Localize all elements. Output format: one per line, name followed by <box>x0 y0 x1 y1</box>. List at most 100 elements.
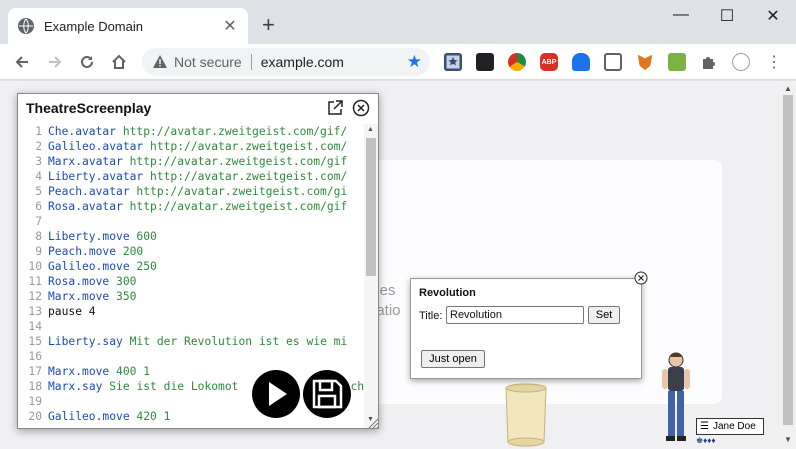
dialog-title: Revolution <box>419 287 476 299</box>
home-button[interactable] <box>107 50 131 74</box>
code-argument: http://avatar.zweitgeist.com/gif <box>122 200 348 213</box>
editor-scroll-thumb[interactable] <box>366 138 376 276</box>
browser-toolbar: Not secure example.com ★ 1 ABP 0 ⋮ <box>0 44 796 117</box>
code-method: .avatar <box>82 185 130 198</box>
line-number: 15 <box>28 335 42 348</box>
browser-tab[interactable]: Example Domain ✕ <box>8 8 248 44</box>
code-line[interactable]: 13 pause 4 <box>18 304 366 319</box>
line-number: 4 <box>35 170 42 183</box>
reload-button[interactable] <box>75 50 99 74</box>
code-argument: 300 <box>109 275 137 288</box>
url-text[interactable]: example.com <box>261 54 344 70</box>
set-button[interactable]: Set <box>588 306 620 324</box>
window-close-button[interactable]: ✕ <box>750 6 796 26</box>
code-line[interactable]: 7 <box>18 214 366 229</box>
line-number: 16 <box>28 350 42 363</box>
line-number: 10 <box>28 260 42 273</box>
bookmark-manager-icon[interactable] <box>444 53 462 71</box>
code-method: .avatar <box>95 140 144 153</box>
editor-scrollbar[interactable]: ▲ ▼ <box>364 124 378 428</box>
code-object: Marx <box>48 380 76 393</box>
code-line[interactable]: 2 Galileo .avatar http://avatar.zweitgeist… <box>18 139 366 154</box>
code-line[interactable]: 3 Marx .avatar http://avatar.zweitgeist.co… <box>18 154 366 169</box>
code-line[interactable]: 15 Liberty .say Mit der Revolution ist es … <box>18 334 366 349</box>
character-avatar[interactable] <box>656 350 696 446</box>
line-number: 12 <box>28 290 42 303</box>
hamburger-menu-icon[interactable]: ☰ <box>700 421 709 432</box>
code-line[interactable]: 8 Liberty .move 600 <box>18 229 366 244</box>
code-method: .move <box>95 230 130 243</box>
just-open-button[interactable]: Just open <box>421 350 485 368</box>
bookmark-star-icon[interactable]: ★ <box>407 53 422 71</box>
panel-close-icon[interactable] <box>352 99 370 117</box>
code-argument: 400 1 <box>109 365 151 378</box>
code-line[interactable]: 16 <box>18 349 366 364</box>
code-method: .move <box>95 410 130 423</box>
code-object: Liberty <box>48 335 96 348</box>
panel-header: TheatreScreenplay <box>18 94 378 122</box>
back-button[interactable] <box>10 50 34 74</box>
profile-avatar-icon[interactable] <box>732 53 750 71</box>
maximize-button[interactable]: ☐ <box>704 6 750 26</box>
sync-extension-icon[interactable] <box>508 53 526 71</box>
code-line[interactable]: 14 <box>18 319 366 334</box>
tab-close-icon[interactable]: ✕ <box>222 16 238 36</box>
extensions-puzzle-icon[interactable] <box>700 53 718 71</box>
code-line[interactable]: 10 Galileo .move 250 <box>18 259 366 274</box>
scroll-down-icon[interactable]: ▼ <box>784 435 792 444</box>
code-line[interactable]: 12 Marx .move 350 <box>18 289 366 304</box>
user-name: Jane Doe <box>712 421 756 432</box>
editor-scroll-up-icon[interactable]: ▲ <box>367 126 374 133</box>
page-scrollbar[interactable]: ▲ ▼ <box>780 81 796 449</box>
code-line[interactable]: 4 Liberty .avatar http://avatar.zweitgeist… <box>18 169 366 184</box>
code-line[interactable]: 11 Rosa .move 300 <box>18 274 366 289</box>
code-method: .move <box>75 290 110 303</box>
more-menu-icon[interactable]: ⋮ <box>762 50 786 74</box>
code-line[interactable]: 5 Peach .avatar http://avatar.zweitgeist.c… <box>18 184 366 199</box>
code-argument: http://avatar.zweitgeist.com/ <box>143 140 348 153</box>
code-line[interactable]: 1 Che .avatar http://avatar.zweitgeist.com… <box>18 124 366 139</box>
line-number: 1 <box>35 125 42 138</box>
code-method: .move <box>75 275 110 288</box>
screenshot-icon[interactable] <box>604 53 622 71</box>
forward-button[interactable] <box>43 50 67 74</box>
external-link-icon[interactable] <box>326 99 344 117</box>
code-method: .avatar <box>75 200 123 213</box>
page-scroll-thumb[interactable] <box>783 95 793 425</box>
tab-title: Example Domain <box>44 18 143 34</box>
code-argument: http://avatar.zweitgeist.com/ <box>143 170 348 183</box>
revolution-dialog: Revolution Title: Set Just open <box>410 278 642 379</box>
minimize-button[interactable]: — <box>658 6 704 24</box>
reload-icon <box>81 55 93 68</box>
code-method: .avatar <box>75 155 123 168</box>
ghostery-icon[interactable] <box>572 53 590 71</box>
new-tab-button[interactable]: + <box>262 14 275 36</box>
adblock-plus-icon[interactable]: ABP <box>540 53 558 71</box>
code-argument: http://avatar.zweitgeist.com/gif/ <box>116 125 348 138</box>
wallet-extension-icon[interactable] <box>476 53 494 71</box>
scroll-up-icon[interactable]: ▲ <box>784 84 792 93</box>
code-argument: 600 <box>129 230 157 243</box>
save-button[interactable] <box>303 370 351 418</box>
omnibox-divider <box>250 54 252 70</box>
code-object: Liberty <box>48 230 96 243</box>
green-extension-icon[interactable] <box>668 53 686 71</box>
play-button[interactable] <box>252 370 300 418</box>
resize-grip-icon[interactable] <box>368 418 379 429</box>
code-line[interactable]: 9 Peach .move 200 <box>18 244 366 259</box>
line-number: 17 <box>28 365 42 378</box>
line-number: 11 <box>28 275 42 288</box>
line-number: 13 <box>28 305 42 318</box>
code-line[interactable]: 6 Rosa .avatar http://avatar.zweitgeist.co… <box>18 199 366 214</box>
title-input[interactable] <box>446 306 584 324</box>
code-method: .move <box>75 365 110 378</box>
user-name-badge[interactable]: ☰ Jane Doe <box>696 418 764 435</box>
arrow-left-icon <box>15 56 28 68</box>
dialog-close-icon[interactable] <box>634 271 648 285</box>
address-bar[interactable]: Not secure example.com ★ <box>142 48 430 76</box>
code-object: Peach <box>48 185 83 198</box>
metamask-icon[interactable] <box>637 54 653 71</box>
line-number: 8 <box>35 230 42 243</box>
scroll-prop-icon[interactable] <box>500 382 552 449</box>
code-object: Galileo <box>48 410 96 423</box>
